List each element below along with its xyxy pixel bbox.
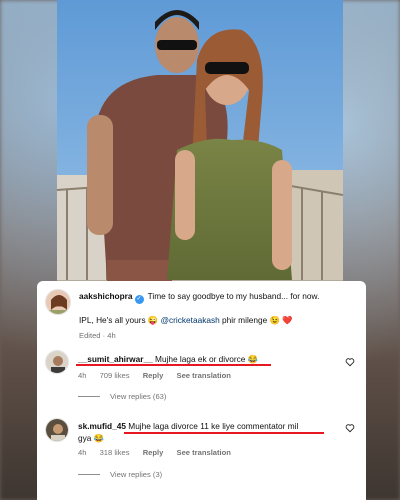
- comment-time: 4h: [78, 371, 87, 380]
- reply-button[interactable]: Reply: [143, 448, 164, 457]
- divider: [78, 396, 100, 397]
- highlight-underline: [76, 364, 271, 366]
- avatar[interactable]: [45, 350, 69, 374]
- comment-text: Mujhe laga ek or divorce: [155, 354, 246, 364]
- avatar[interactable]: [45, 289, 71, 315]
- see-translation-link[interactable]: See translation: [177, 371, 231, 380]
- like-count[interactable]: 709 likes: [100, 371, 130, 380]
- view-replies-button[interactable]: View replies (3): [78, 470, 162, 479]
- heart-outline-icon[interactable]: [345, 357, 355, 367]
- verified-badge-icon: ✓: [134, 295, 144, 304]
- edited-time: Edited · 4h: [79, 331, 116, 340]
- comment-2: sk.mufid_45 Mujhe laga divorce 11 ke liy…: [45, 418, 357, 444]
- highlight-underline: [124, 432, 324, 434]
- comment-username[interactable]: sk.mufid_45: [78, 421, 126, 431]
- comments-card: aakshichopra ✓ Time to say goodbye to my …: [37, 281, 366, 500]
- wink-emoji: 😜: [147, 315, 159, 325]
- post-caption: aakshichopra ✓ Time to say goodbye to my …: [45, 289, 357, 342]
- see-translation-link[interactable]: See translation: [177, 448, 231, 457]
- comment-text: Mujhe laga divorce 11 ke liye commentato…: [128, 421, 299, 431]
- smile-emoji: 😉: [269, 315, 280, 325]
- comment-meta: 4h 318 likes Reply See translation: [78, 448, 242, 457]
- heart-emoji: ❤️: [282, 315, 293, 325]
- view-replies-label: View replies (3): [110, 470, 163, 479]
- comment-meta: 4h 709 likes Reply See translation: [78, 371, 242, 380]
- avatar[interactable]: [45, 418, 69, 442]
- like-count[interactable]: 318 likes: [100, 448, 130, 457]
- laugh-emoji: 😂: [247, 354, 259, 364]
- caption-line-2: IPL, He's all yours: [79, 315, 146, 325]
- divider: [78, 474, 100, 475]
- mention-link[interactable]: @cricketaakash: [161, 315, 220, 325]
- heart-outline-icon[interactable]: [345, 423, 355, 433]
- view-replies-button[interactable]: View replies (63): [78, 392, 166, 401]
- comment-username[interactable]: __sumit_ahirwar__: [78, 354, 153, 364]
- caption-line-2-suffix: phir milenge: [222, 315, 268, 325]
- laugh-emoji: 😂: [93, 433, 105, 443]
- comment-text-continued: gya: [78, 433, 92, 443]
- reply-button[interactable]: Reply: [143, 371, 164, 380]
- post-author[interactable]: aakshichopra: [79, 291, 133, 301]
- comment-time: 4h: [78, 448, 87, 457]
- caption-line-1: Time to say goodbye to my husband... for…: [147, 291, 320, 301]
- view-replies-label: View replies (63): [110, 392, 167, 401]
